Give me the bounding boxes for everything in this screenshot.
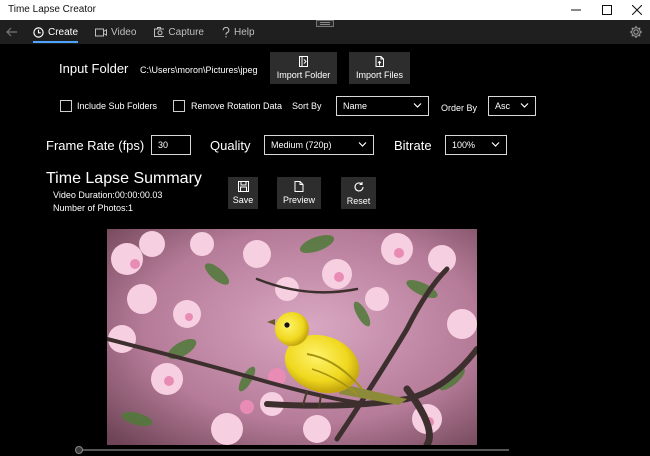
sort-by-label: Sort By (292, 101, 322, 111)
import-folder-button[interactable]: Import Folder (270, 52, 337, 84)
import-files-label: Import Files (355, 70, 403, 80)
quality-dropdown[interactable]: Medium (720p) (264, 135, 374, 155)
include-subfolders-label: Include Sub Folders (77, 101, 158, 111)
save-label: Save (232, 195, 254, 205)
tab-create[interactable]: Create (33, 20, 78, 44)
import-files-button[interactable]: Import Files (349, 52, 410, 84)
order-by-label: Order By (441, 103, 478, 113)
reset-button[interactable]: Reset (341, 177, 376, 209)
preview-image (107, 229, 477, 445)
save-icon (237, 181, 249, 192)
remove-rotation-checkbox[interactable] (173, 100, 185, 112)
video-duration: Video Duration:00:00:00.03 (53, 190, 163, 200)
back-button[interactable] (5, 24, 19, 40)
maximize-button[interactable] (592, 0, 622, 20)
tab-create-label: Create (47, 26, 78, 38)
frame-rate-label: Frame Rate (fps) (46, 138, 145, 153)
frame-rate-value: 30 (158, 140, 169, 150)
document-icon (294, 181, 304, 192)
pane-grip-handle[interactable] (316, 20, 334, 27)
video-icon (95, 28, 107, 36)
file-import-icon (375, 56, 384, 67)
app-title: Time Lapse Creator (8, 4, 96, 15)
tab-capture-label: Capture (168, 26, 204, 38)
reset-label: Reset (346, 195, 371, 206)
close-icon (632, 5, 642, 15)
chevron-down-icon (358, 142, 367, 147)
quality-value: Medium (720p) (271, 140, 332, 150)
bird-on-blossom-image (107, 229, 477, 445)
import-folder-label: Import Folder (276, 70, 331, 80)
tab-video[interactable]: Video (95, 20, 137, 44)
close-button[interactable] (622, 0, 650, 20)
minimize-button[interactable] (561, 0, 591, 20)
bitrate-value: 100% (452, 140, 476, 150)
save-button[interactable]: Save (228, 177, 258, 209)
quality-label: Quality (210, 138, 251, 153)
active-tab-indicator (33, 41, 78, 43)
playback-progress-thumb[interactable] (75, 446, 83, 454)
chevron-down-icon (491, 142, 500, 147)
folder-import-icon (299, 56, 308, 67)
playback-progress-track[interactable] (79, 449, 509, 451)
tab-capture[interactable]: Capture (154, 20, 204, 44)
sort-by-dropdown[interactable]: Name (336, 96, 429, 116)
arrow-left-icon (6, 27, 17, 37)
refresh-icon (353, 181, 364, 191)
order-by-value: Asc (495, 101, 511, 111)
input-folder-label: Input Folder (59, 61, 129, 76)
title-bar: Time Lapse Creator (0, 0, 650, 20)
tab-help-label: Help (234, 26, 255, 38)
remove-rotation-label: Remove Rotation Data (191, 101, 283, 111)
clock-icon (33, 26, 44, 38)
tab-video-label: Video (111, 26, 137, 38)
frame-rate-input[interactable]: 30 (151, 135, 191, 155)
chevron-down-icon (413, 103, 422, 108)
gear-icon (630, 26, 642, 38)
maximize-icon (602, 5, 612, 15)
question-icon (222, 26, 230, 37)
chevron-down-icon (520, 103, 529, 108)
tab-help[interactable]: Help (222, 20, 258, 44)
bitrate-label: Bitrate (394, 138, 432, 153)
minimize-icon (571, 9, 581, 11)
include-subfolders-checkbox[interactable] (60, 100, 72, 112)
order-by-dropdown[interactable]: Asc (488, 96, 536, 116)
preview-label: Preview (282, 195, 315, 205)
input-folder-path: C:\Users\moron\Pictures\jpeg (140, 65, 258, 75)
preview-button[interactable]: Preview (277, 177, 321, 209)
bitrate-dropdown[interactable]: 100% (445, 135, 507, 155)
summary-title: Time Lapse Summary (46, 170, 202, 187)
sort-by-value: Name (343, 101, 368, 111)
camera-icon (154, 27, 165, 37)
settings-button[interactable] (629, 25, 643, 39)
number-of-photos: Number of Photos:1 (53, 203, 134, 213)
